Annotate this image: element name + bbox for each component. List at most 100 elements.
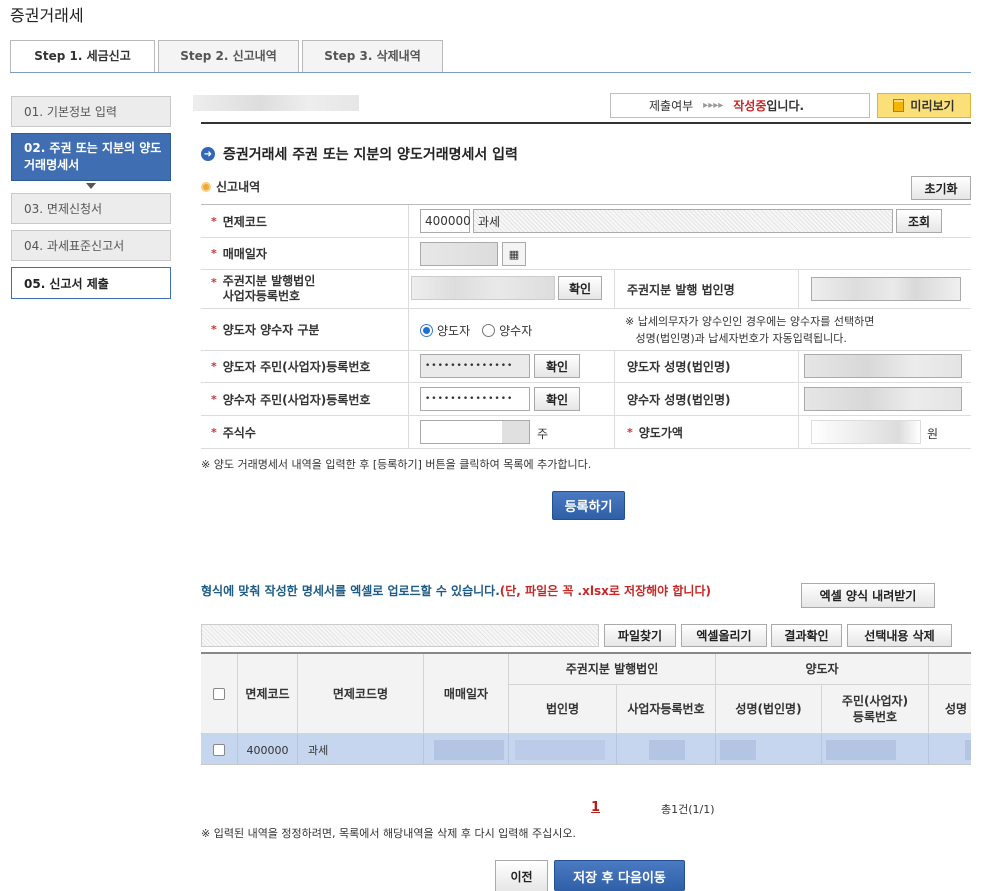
save-next-button[interactable]: 저장 후 다음이동 bbox=[554, 860, 685, 891]
row-seller-name bbox=[716, 734, 822, 764]
grid-header-seller-name: 성명(법인명) bbox=[716, 685, 822, 734]
subsection-title: 신고내역 bbox=[216, 180, 261, 194]
party-type-label: * 양도자 양수자 구분 bbox=[201, 309, 409, 350]
buyer-id-input[interactable]: •••••••••••••• bbox=[420, 387, 530, 411]
trade-date-label: * 매매일자 bbox=[201, 238, 409, 269]
seller-confirm-button[interactable]: 확인 bbox=[534, 354, 580, 378]
reset-button[interactable]: 초기화 bbox=[911, 176, 971, 200]
declaration-form: * 면제코드 400000 과세 조회 * 매매일자 ▦ * 주권지분 발행법인 사업… bbox=[201, 204, 971, 449]
buyer-radio[interactable] bbox=[482, 324, 496, 337]
status-prefix: 제출여부 bbox=[649, 99, 694, 113]
row-code: 400000 bbox=[238, 734, 298, 764]
form-row-party-type: * 양도자 양수자 구분 양도자 양수자 ※ 납세의무자가 양수인인 경우에는 양… bbox=[201, 309, 971, 351]
row-code-name: 과세 bbox=[298, 734, 424, 764]
exemption-code-label: * 면제코드 bbox=[201, 205, 409, 237]
issuer-brn-input[interactable] bbox=[411, 276, 555, 300]
form-row-issuer: * 주권지분 발행법인 사업자등록번호 확인 주권지분 발행 법인명 bbox=[201, 270, 971, 309]
row-checkbox[interactable] bbox=[213, 744, 225, 756]
issuer-confirm-button[interactable]: 확인 bbox=[558, 276, 602, 300]
grid-header-seller-group: 양도자 bbox=[716, 654, 929, 685]
prev-button[interactable]: 이전 bbox=[495, 860, 548, 891]
section-heading: ➜ 증권거래세 주권 또는 지분의 양도거래명세서 입력 bbox=[201, 144, 518, 164]
row-select-cell bbox=[201, 734, 238, 764]
bullet-icon bbox=[201, 181, 211, 192]
preview-label: 미리보기 bbox=[910, 99, 955, 113]
calendar-icon[interactable]: ▦ bbox=[502, 242, 526, 266]
buyer-name-value bbox=[804, 387, 962, 411]
issuer-brn-label: * 주권지분 발행법인 사업자등록번호 bbox=[201, 270, 409, 308]
statement-grid: 면제코드 면제코드명 매매일자 주권지분 발행법인 법인명 사업자등록번호 양도… bbox=[201, 652, 971, 764]
grid-header-select bbox=[201, 654, 238, 734]
buyer-radio-label: 양수자 bbox=[499, 324, 533, 338]
select-all-checkbox[interactable] bbox=[213, 687, 225, 700]
seller-radio[interactable] bbox=[420, 324, 433, 337]
document-icon bbox=[893, 99, 905, 112]
party-type-note: ※ 납세의무자가 양수인인 경우에는 양수자를 선택하면 성명(법인명)과 납세… bbox=[625, 315, 875, 345]
row-seller-id bbox=[822, 734, 929, 764]
exemption-code-input[interactable]: 400000 bbox=[420, 209, 471, 233]
preview-button[interactable]: 미리보기 bbox=[877, 93, 971, 118]
page-link-1[interactable]: 1 bbox=[591, 800, 600, 815]
step-tax-base[interactable]: 04. 과세표준신고서 bbox=[11, 230, 171, 261]
edit-note: ※ 입력된 내역을 정정하려면, 목록에서 해당내역을 삭제 후 다시 입력해 … bbox=[201, 827, 577, 840]
status-arrows: ▸▸▸▸ bbox=[703, 100, 724, 111]
shares-input[interactable] bbox=[420, 420, 530, 444]
delete-selected-button[interactable]: 선택내용 삭제 bbox=[847, 624, 952, 647]
form-row-exemption-code: * 면제코드 400000 과세 조회 bbox=[201, 205, 971, 238]
buyer-confirm-button[interactable]: 확인 bbox=[534, 387, 580, 411]
tab-step3[interactable]: Step 3. 삭제내역 bbox=[302, 40, 443, 73]
grid-header-code-name: 면제코드명 bbox=[298, 654, 424, 734]
grid-header-code: 면제코드 bbox=[238, 654, 298, 734]
step-submit[interactable]: 05. 신고서 제출 bbox=[11, 267, 171, 299]
trade-date-input[interactable] bbox=[420, 242, 498, 266]
seller-id-label: * 양도자 주민(사업자)등록번호 bbox=[201, 351, 409, 382]
form-row-shares-price: * 주식수 주 * 양도가액 원 bbox=[201, 416, 971, 449]
grid-header-buyer-group bbox=[929, 654, 971, 685]
form-row-trade-date: * 매매일자 ▦ bbox=[201, 238, 971, 270]
step-transfer-statement[interactable]: 02. 주권 또는 지분의 양도거래명세서 bbox=[11, 133, 171, 181]
register-button[interactable]: 등록하기 bbox=[552, 491, 625, 520]
step-basic-info[interactable]: 01. 기본정보 입력 bbox=[11, 96, 171, 127]
tab-step1[interactable]: Step 1. 세금신고 bbox=[10, 40, 155, 73]
grid-header-buyer-name: 성명 bbox=[929, 685, 971, 734]
submission-status: 제출여부 ▸▸▸▸ 작성중 입니다. bbox=[610, 93, 870, 118]
upload-instructions: 형식에 맞춰 작성한 명세서를 엑셀로 업로드할 수 있습니다.(단, 파일은 … bbox=[201, 582, 711, 599]
step-arrow-icon bbox=[86, 183, 96, 189]
price-input[interactable] bbox=[811, 420, 921, 444]
seller-name-label: 양도자 성명(법인명) bbox=[614, 351, 799, 382]
shares-label: * 주식수 bbox=[201, 416, 409, 448]
header-divider bbox=[201, 122, 971, 124]
file-path-field[interactable] bbox=[201, 624, 599, 647]
price-unit: 원 bbox=[927, 427, 939, 441]
excel-upload-button[interactable]: 엑셀올리기 bbox=[681, 624, 767, 647]
seller-id-input[interactable]: •••••••••••••• bbox=[420, 354, 530, 378]
row-issuer-name bbox=[509, 734, 617, 764]
upload-warning: (단, 파일은 꼭 .xlsx로 저장해야 합니다) bbox=[499, 584, 711, 598]
tab-step2[interactable]: Step 2. 신고내역 bbox=[158, 40, 299, 73]
row-issuer-brn bbox=[617, 734, 716, 764]
grid-header-seller-id: 주민(사업자) 등록번호 bbox=[822, 685, 929, 734]
step-exemption[interactable]: 03. 면제신청서 bbox=[11, 193, 171, 224]
form-row-seller: * 양도자 주민(사업자)등록번호 •••••••••••••• 확인 양도자 성… bbox=[201, 351, 971, 383]
price-label: * 양도가액 bbox=[614, 416, 799, 448]
excel-template-download-button[interactable]: 엑셀 양식 내려받기 bbox=[801, 583, 935, 608]
buyer-id-label: * 양수자 주민(사업자)등록번호 bbox=[201, 383, 409, 415]
grid-bottom-border bbox=[201, 764, 971, 765]
file-browse-button[interactable]: 파일찾기 bbox=[604, 624, 676, 647]
shares-unit: 주 bbox=[537, 427, 549, 441]
issuer-name-value bbox=[811, 277, 961, 301]
grid-header-issuer-name: 법인명 bbox=[509, 685, 617, 734]
lookup-button[interactable]: 조회 bbox=[896, 209, 942, 233]
page-title: 증권거래세 bbox=[10, 6, 84, 25]
arrow-circle-icon: ➜ bbox=[201, 147, 215, 161]
taxpayer-info-redacted bbox=[193, 95, 359, 111]
grid-header-issuer-brn: 사업자등록번호 bbox=[617, 685, 716, 734]
issuer-name-label: 주권지분 발행 법인명 bbox=[614, 270, 799, 308]
upload-text: 형식에 맞춰 작성한 명세서를 엑셀로 업로드할 수 있습니다. bbox=[201, 584, 500, 598]
result-check-button[interactable]: 결과확인 bbox=[771, 624, 842, 647]
section-title: 증권거래세 주권 또는 지분의 양도거래명세서 입력 bbox=[223, 147, 518, 163]
status-state-suffix: 입니다. bbox=[766, 99, 805, 113]
register-note: ※ 양도 거래명세서 내역을 입력한 후 [등록하기] 버튼을 클릭하여 목록에… bbox=[201, 458, 592, 471]
grid-header-issuer-group: 주권지분 발행법인 bbox=[509, 654, 716, 685]
row-buyer-name bbox=[929, 734, 971, 764]
